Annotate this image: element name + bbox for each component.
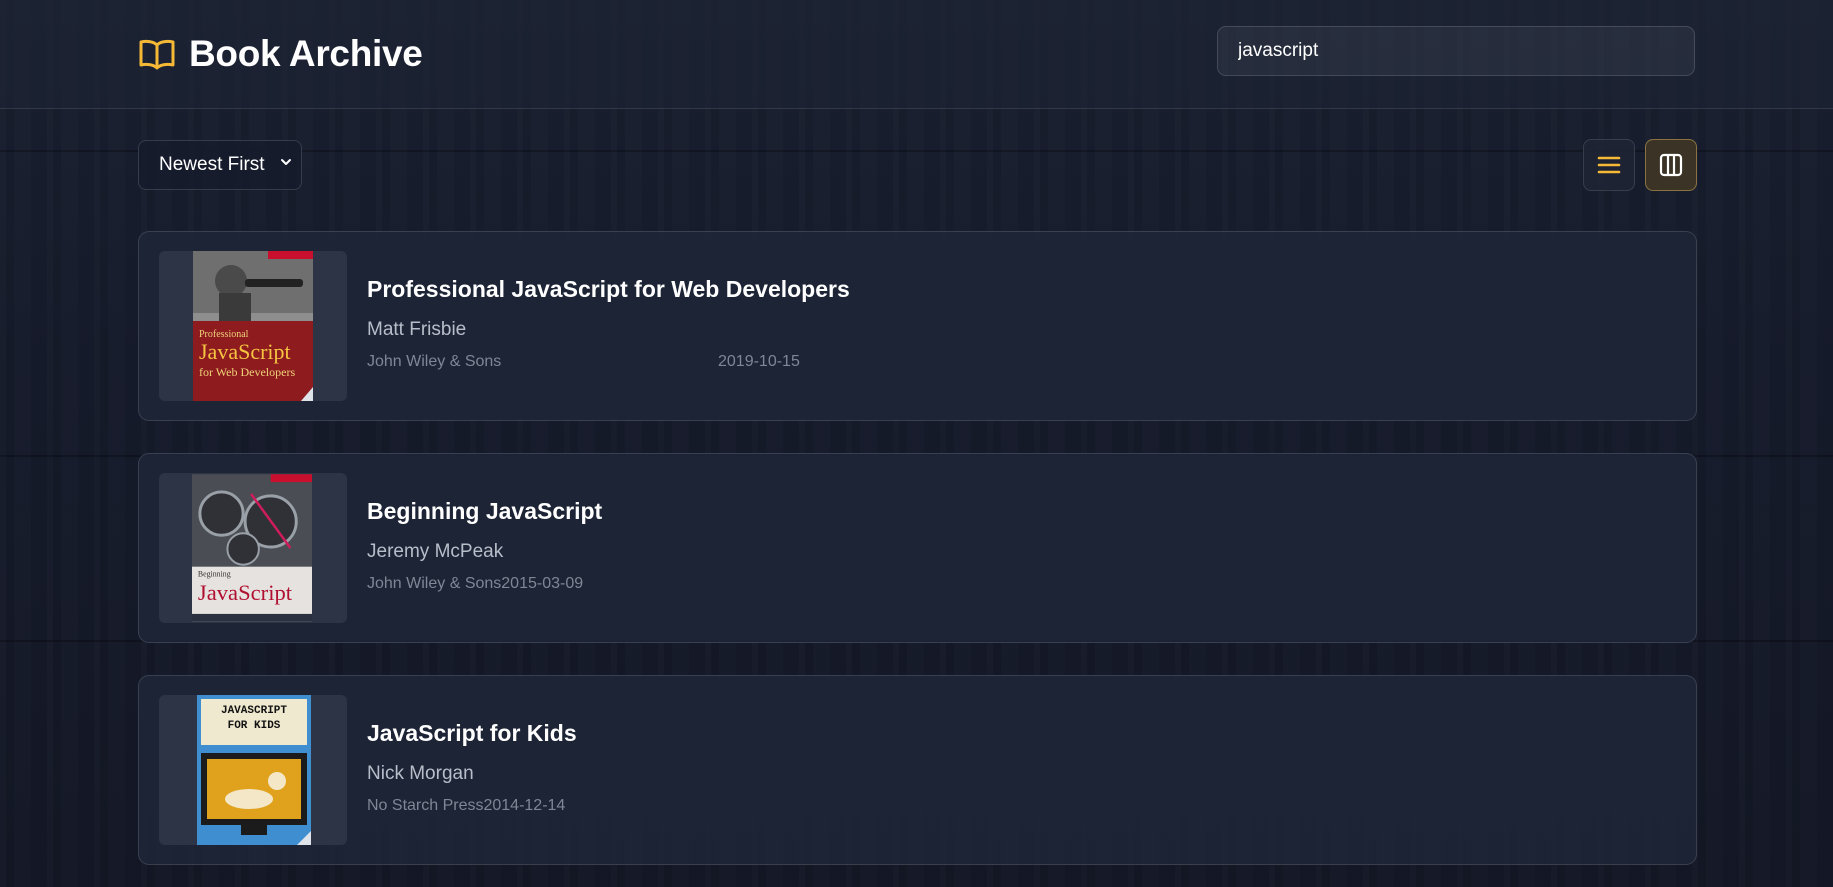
book-cover-image: Beginning JavaScript	[192, 474, 312, 622]
book-author: Nick Morgan	[367, 763, 474, 784]
cover-text: JavaScript	[198, 580, 293, 605]
list-view-button[interactable]	[1583, 139, 1635, 191]
book-meta: No Starch Press2014-12-14	[367, 797, 577, 815]
book-card[interactable]: JAVASCRIPT FOR KIDS JavaScript for Kids …	[138, 675, 1697, 865]
book-date: 2015-03-09	[501, 575, 584, 592]
book-card[interactable]: Beginning JavaScript Beginning JavaScrip…	[138, 453, 1697, 643]
chevron-down-icon	[281, 159, 291, 165]
book-date: 2019-10-15	[718, 353, 800, 370]
search-input[interactable]	[1217, 26, 1695, 76]
book-publisher: No Starch Press	[367, 797, 484, 814]
cover-text: JavaScript	[199, 339, 291, 364]
book-cover-image: Professional JavaScript for Web Develope…	[193, 251, 313, 401]
book-info: Beginning JavaScript Jeremy McPeak John …	[367, 498, 602, 593]
sort-select-label: Newest First	[159, 154, 265, 175]
book-cover-image: JAVASCRIPT FOR KIDS	[197, 695, 311, 845]
book-cover: JAVASCRIPT FOR KIDS	[159, 695, 347, 845]
grid-view-icon	[1659, 153, 1683, 177]
book-author: Matt Frisbie	[367, 319, 467, 340]
book-date: 2014-12-14	[483, 797, 566, 814]
book-cover: Beginning JavaScript	[159, 473, 347, 623]
book-meta: John Wiley & Sons2015-03-09	[367, 575, 602, 593]
book-publisher: John Wiley & Sons	[367, 353, 502, 370]
sort-select[interactable]: Newest First	[138, 140, 302, 190]
book-meta: John Wiley & Sons 2019-10-15	[367, 353, 850, 371]
open-book-icon	[139, 39, 175, 70]
book-publisher: John Wiley & Sons	[367, 575, 502, 592]
cover-text: Beginning	[198, 570, 231, 579]
book-title[interactable]: Beginning JavaScript	[367, 498, 602, 525]
book-title[interactable]: JavaScript for Kids	[367, 720, 577, 747]
book-cover: Professional JavaScript for Web Develope…	[159, 251, 347, 401]
cover-text: FOR KIDS	[228, 720, 281, 732]
book-info: Professional JavaScript for Web Develope…	[367, 276, 850, 371]
cover-text: for Web Developers	[199, 365, 295, 379]
list-view-icon	[1597, 156, 1621, 174]
grid-view-button[interactable]	[1645, 139, 1697, 191]
brand: Book Archive	[139, 30, 423, 78]
book-info: JavaScript for Kids Nick Morgan No Starc…	[367, 720, 577, 815]
cover-text: JAVASCRIPT	[221, 705, 287, 717]
book-author: Jeremy McPeak	[367, 541, 504, 562]
book-card[interactable]: Professional JavaScript for Web Develope…	[138, 231, 1697, 421]
app-header: Book Archive	[0, 0, 1833, 109]
book-title[interactable]: Professional JavaScript for Web Develope…	[367, 276, 850, 303]
app-title: Book Archive	[189, 33, 423, 74]
